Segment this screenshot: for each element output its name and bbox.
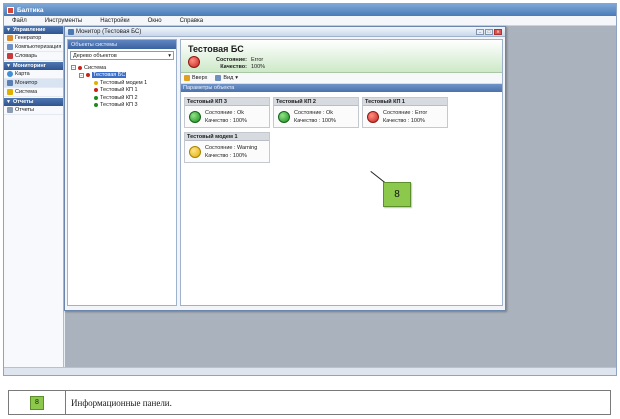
- nav-group-monitoring: ▼ Мониторинг Карта Монитор Система: [4, 62, 63, 97]
- tree-node-modem-1[interactable]: Тестовый модем 1: [71, 79, 176, 87]
- monitor-titlebar[interactable]: Монитор (Тестовая БС) – □ ✕: [65, 27, 505, 37]
- error-status-icon: [188, 56, 200, 68]
- info-panel-kp-1[interactable]: Тестовый КП 1 Состояние : Error Качество…: [362, 97, 448, 128]
- close-button[interactable]: ✕: [494, 29, 502, 35]
- tree-header: Объекты системы: [68, 40, 176, 49]
- nav-item-generator[interactable]: Генератор: [4, 34, 63, 43]
- status-dot-icon: [86, 73, 90, 78]
- object-details-pane: Тестовая БС Состояние: Error Качество: 100…: [180, 39, 503, 306]
- tree-node-kp-2[interactable]: Тестовый КП 2: [71, 94, 176, 102]
- collapse-icon: ▼: [6, 99, 11, 105]
- status-dot-icon: [94, 88, 98, 93]
- object-header: Тестовая БС Состояние: Error Качество: 100…: [181, 40, 502, 73]
- app-titlebar: Балтика: [4, 4, 616, 16]
- nav-header-reports[interactable]: ▼ Отчеты: [4, 98, 63, 106]
- dictionary-icon: [7, 53, 13, 59]
- status-dot-icon: [94, 80, 98, 85]
- globe-icon: [7, 71, 13, 77]
- view-dropdown[interactable]: Вид ▾: [215, 75, 238, 81]
- legend-number-cell: 8: [9, 391, 66, 414]
- object-tree: − Система − Тестовая БС Тестовый модем 1…: [68, 64, 176, 109]
- section-object-parameters: Параметры объекта: [181, 84, 502, 92]
- nav-item-computerization[interactable]: Компьютеризация: [4, 43, 63, 52]
- tree-node-system[interactable]: − Система: [71, 64, 176, 72]
- info-panel-modem-1[interactable]: Тестовый модем 1 Состояние : Warning Кач…: [184, 132, 270, 163]
- monitor-window: Монитор (Тестовая БС) – □ ✕ Объекты сист…: [64, 26, 506, 311]
- nav-item-dictionary[interactable]: Словарь: [4, 52, 63, 61]
- tree-node-kp-1[interactable]: Тестовый КП 1: [71, 87, 176, 95]
- nav-header-control[interactable]: ▼ Управление: [4, 26, 63, 34]
- chevron-down-icon: ▾: [235, 75, 239, 81]
- collapse-icon: ▼: [6, 63, 11, 69]
- nav-item-map[interactable]: Карта: [4, 70, 63, 79]
- menu-file[interactable]: Файл: [12, 18, 27, 24]
- info-panel-kp-3[interactable]: Тестовый КП 3 Состояние : Ok Качество : …: [184, 97, 270, 128]
- collapse-toggle[interactable]: −: [79, 72, 84, 78]
- app-title: Балтика: [17, 6, 44, 14]
- tree-node-kp-3[interactable]: Тестовый КП 3: [71, 102, 176, 110]
- object-title: Тестовая БС: [188, 44, 244, 54]
- report-icon: [7, 107, 13, 113]
- tree-view-select[interactable]: Дерево объектов ▾: [70, 51, 174, 60]
- status-bar: [4, 367, 616, 375]
- details-toolbar: Вверх Вид ▾: [181, 73, 502, 84]
- monitor-icon: [68, 28, 74, 35]
- info-panel-kp-2[interactable]: Тестовый КП 2 Состояние : Ok Качество : …: [273, 97, 359, 128]
- object-quality-value: 100%: [251, 64, 266, 70]
- nav-item-reports[interactable]: Отчеты: [4, 106, 63, 115]
- up-button[interactable]: Вверх: [184, 75, 207, 81]
- legend-description: Информационные панели.: [71, 397, 172, 408]
- tree-node-test-bs[interactable]: − Тестовая БС: [71, 72, 176, 80]
- nav-group-reports: ▼ Отчеты Отчеты: [4, 98, 63, 115]
- folder-up-icon: [184, 75, 190, 81]
- error-status-icon: [367, 111, 379, 123]
- status-dot-icon: [94, 103, 98, 108]
- collapse-icon: ▼: [6, 27, 11, 33]
- warning-status-icon: [189, 146, 201, 158]
- status-dot-icon: [94, 95, 98, 100]
- menu-tools[interactable]: Инструменты: [45, 18, 82, 24]
- ok-status-icon: [189, 111, 201, 123]
- computer-icon: [7, 44, 13, 50]
- left-navigation: ▼ Управление Генератор Компьютеризация Сл…: [4, 26, 64, 367]
- nav-item-monitor[interactable]: Монитор: [4, 79, 63, 88]
- collapse-toggle[interactable]: −: [71, 65, 76, 71]
- status-dot-icon: [78, 65, 82, 70]
- monitor-icon: [7, 80, 13, 86]
- legend-table: 8 Информационные панели.: [8, 390, 611, 415]
- monitor-title: Монитор (Тестовая БС): [76, 28, 142, 35]
- menu-window[interactable]: Окно: [148, 18, 162, 24]
- app-logo-icon: [7, 6, 14, 14]
- generator-icon: [7, 35, 13, 41]
- nav-item-system[interactable]: Система: [4, 88, 63, 97]
- legend-badge: 8: [30, 395, 44, 410]
- view-icon: [215, 75, 222, 81]
- system-icon: [7, 89, 13, 95]
- menu-help[interactable]: Справка: [180, 18, 204, 24]
- nav-header-monitoring[interactable]: ▼ Мониторинг: [4, 62, 63, 70]
- nav-group-control: ▼ Управление Генератор Компьютеризация Сл…: [4, 26, 63, 61]
- object-status-rows: Состояние: Error Качество: 100%: [215, 57, 266, 70]
- object-state-value: Error: [251, 57, 264, 63]
- chevron-down-icon: ▾: [168, 52, 171, 59]
- maximize-button[interactable]: □: [485, 29, 493, 35]
- callout-marker: 8: [383, 182, 411, 207]
- object-tree-pane: Объекты системы Дерево объектов ▾ − Сист…: [67, 39, 177, 306]
- menu-settings[interactable]: Настройки: [100, 18, 129, 24]
- menubar: Файл Инструменты Настройки Окно Справка: [4, 16, 616, 26]
- minimize-button[interactable]: –: [476, 29, 484, 35]
- window-buttons: – □ ✕: [475, 29, 502, 35]
- ok-status-icon: [278, 111, 290, 123]
